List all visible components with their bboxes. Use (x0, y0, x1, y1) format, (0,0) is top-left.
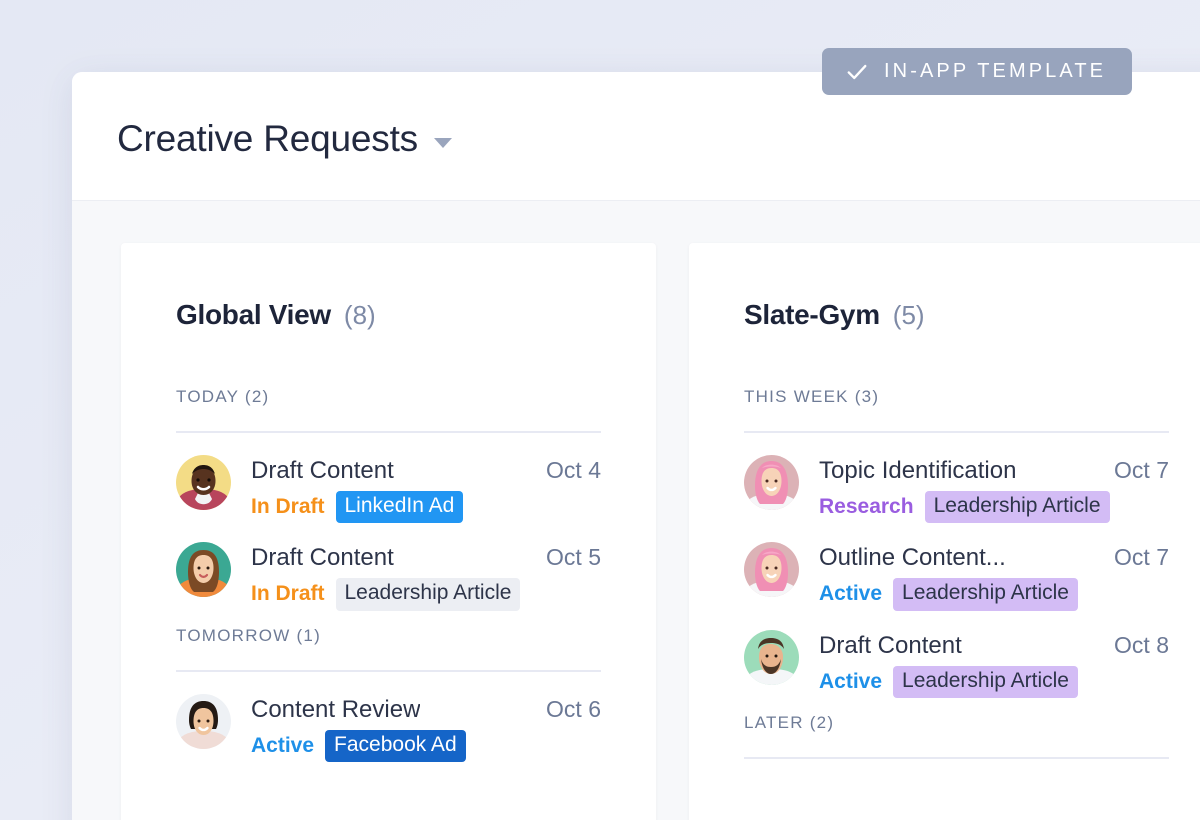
page-background: IN-APP TEMPLATE Creative Requests Global… (0, 0, 1200, 820)
task-title[interactable]: Content Review (251, 696, 420, 724)
tag-chip[interactable]: Leadership Article (893, 666, 1078, 698)
row-group: TOMORROW (1) Content Review Oct 6 Active Fac… (176, 626, 601, 771)
list-item-body: Draft Content Oct 8 Active Leadership Artic… (819, 630, 1169, 698)
tag-chip[interactable]: Leadership Article (336, 578, 521, 610)
board: Global View (8) TODAY (2) Draft Content Oct … (72, 201, 1200, 820)
board-column: Slate-Gym (5) THIS WEEK (3) Topic Identific… (689, 243, 1200, 820)
task-title[interactable]: Outline Content... (819, 544, 1006, 572)
list-item-body: Outline Content... Oct 7 Active Leadership … (819, 542, 1169, 610)
tag-chip[interactable]: Leadership Article (925, 491, 1110, 523)
page-title: Creative Requests (117, 118, 418, 160)
task-date: Oct 4 (546, 457, 601, 484)
tag-chip[interactable]: Facebook Ad (325, 730, 466, 762)
list-item-top: Draft Content Oct 5 (251, 544, 601, 572)
status-badge[interactable]: In Draft (251, 495, 325, 519)
page-title-dropdown[interactable]: Creative Requests (117, 112, 452, 160)
task-date: Oct 7 (1114, 457, 1169, 484)
column-header: Slate-Gym (5) (744, 299, 1169, 331)
list-item-body: Draft Content Oct 4 In Draft LinkedIn Ad (251, 455, 601, 523)
app-window: Creative Requests Global View (8) TODAY (2… (72, 72, 1200, 820)
task-date: Oct 6 (546, 696, 601, 723)
avatar[interactable] (176, 542, 231, 597)
column-header: Global View (8) (176, 299, 601, 331)
list-item[interactable]: Draft Content Oct 5 In Draft Leadership Art… (176, 532, 601, 619)
chevron-down-icon[interactable] (434, 138, 452, 148)
list-item-bottom: In Draft Leadership Article (251, 578, 601, 610)
task-title[interactable]: Draft Content (251, 457, 394, 485)
column-count: (8) (344, 300, 376, 331)
status-badge[interactable]: Active (819, 670, 882, 694)
list-item-bottom: Active Leadership Article (819, 578, 1169, 610)
list-item-body: Topic Identification Oct 7 Research Leaders… (819, 455, 1169, 523)
status-badge[interactable]: In Draft (251, 582, 325, 606)
task-date: Oct 8 (1114, 632, 1169, 659)
task-title[interactable]: Topic Identification (819, 457, 1016, 485)
list-item-top: Outline Content... Oct 7 (819, 544, 1169, 572)
avatar[interactable] (744, 630, 799, 685)
group-divider (744, 431, 1169, 433)
group-divider (176, 670, 601, 672)
list-item-bottom: Active Leadership Article (819, 666, 1169, 698)
list-item-bottom: Research Leadership Article (819, 491, 1169, 523)
status-badge[interactable]: Active (819, 582, 882, 606)
list-item[interactable]: Outline Content... Oct 7 Active Leadership … (744, 532, 1169, 619)
group-label: LATER (2) (744, 713, 1169, 733)
group-label: TOMORROW (1) (176, 626, 601, 646)
avatar[interactable] (176, 694, 231, 749)
task-date: Oct 5 (546, 544, 601, 571)
column-count: (5) (893, 300, 925, 331)
group-divider (176, 431, 601, 433)
group-label: THIS WEEK (3) (744, 387, 1169, 407)
group-divider (744, 757, 1169, 759)
list-item-bottom: In Draft LinkedIn Ad (251, 491, 601, 523)
column-title: Global View (176, 299, 331, 331)
list-item[interactable]: Topic Identification Oct 7 Research Leaders… (744, 445, 1169, 532)
column-title: Slate-Gym (744, 299, 880, 331)
task-title[interactable]: Draft Content (819, 632, 962, 660)
tag-chip[interactable]: Leadership Article (893, 578, 1078, 610)
list-item-top: Draft Content Oct 8 (819, 632, 1169, 660)
list-item[interactable]: Draft Content Oct 4 In Draft LinkedIn Ad (176, 445, 601, 532)
tag-chip[interactable]: LinkedIn Ad (336, 491, 464, 523)
row-group: LATER (2) (744, 713, 1169, 759)
status-badge[interactable]: Active (251, 734, 314, 758)
list-item[interactable]: Draft Content Oct 8 Active Leadership Artic… (744, 620, 1169, 707)
board-column: Global View (8) TODAY (2) Draft Content Oct … (121, 243, 656, 820)
badge-label: IN-APP TEMPLATE (884, 60, 1106, 83)
task-date: Oct 7 (1114, 544, 1169, 571)
in-app-template-badge: IN-APP TEMPLATE (822, 48, 1132, 95)
avatar[interactable] (744, 542, 799, 597)
row-group: TODAY (2) Draft Content Oct 4 In Draft Linke… (176, 387, 601, 620)
avatar[interactable] (176, 455, 231, 510)
group-label: TODAY (2) (176, 387, 601, 407)
list-item-body: Content Review Oct 6 Active Facebook Ad (251, 694, 601, 762)
list-item-bottom: Active Facebook Ad (251, 730, 601, 762)
list-item-top: Draft Content Oct 4 (251, 457, 601, 485)
status-badge[interactable]: Research (819, 495, 914, 519)
list-item-top: Topic Identification Oct 7 (819, 457, 1169, 485)
list-item[interactable]: Content Review Oct 6 Active Facebook Ad (176, 684, 601, 771)
row-group: THIS WEEK (3) Topic Identification Oct 7 Re… (744, 387, 1169, 707)
avatar[interactable] (744, 455, 799, 510)
list-item-top: Content Review Oct 6 (251, 696, 601, 724)
task-title[interactable]: Draft Content (251, 544, 394, 572)
list-item-body: Draft Content Oct 5 In Draft Leadership Art… (251, 542, 601, 610)
check-icon (846, 61, 868, 83)
